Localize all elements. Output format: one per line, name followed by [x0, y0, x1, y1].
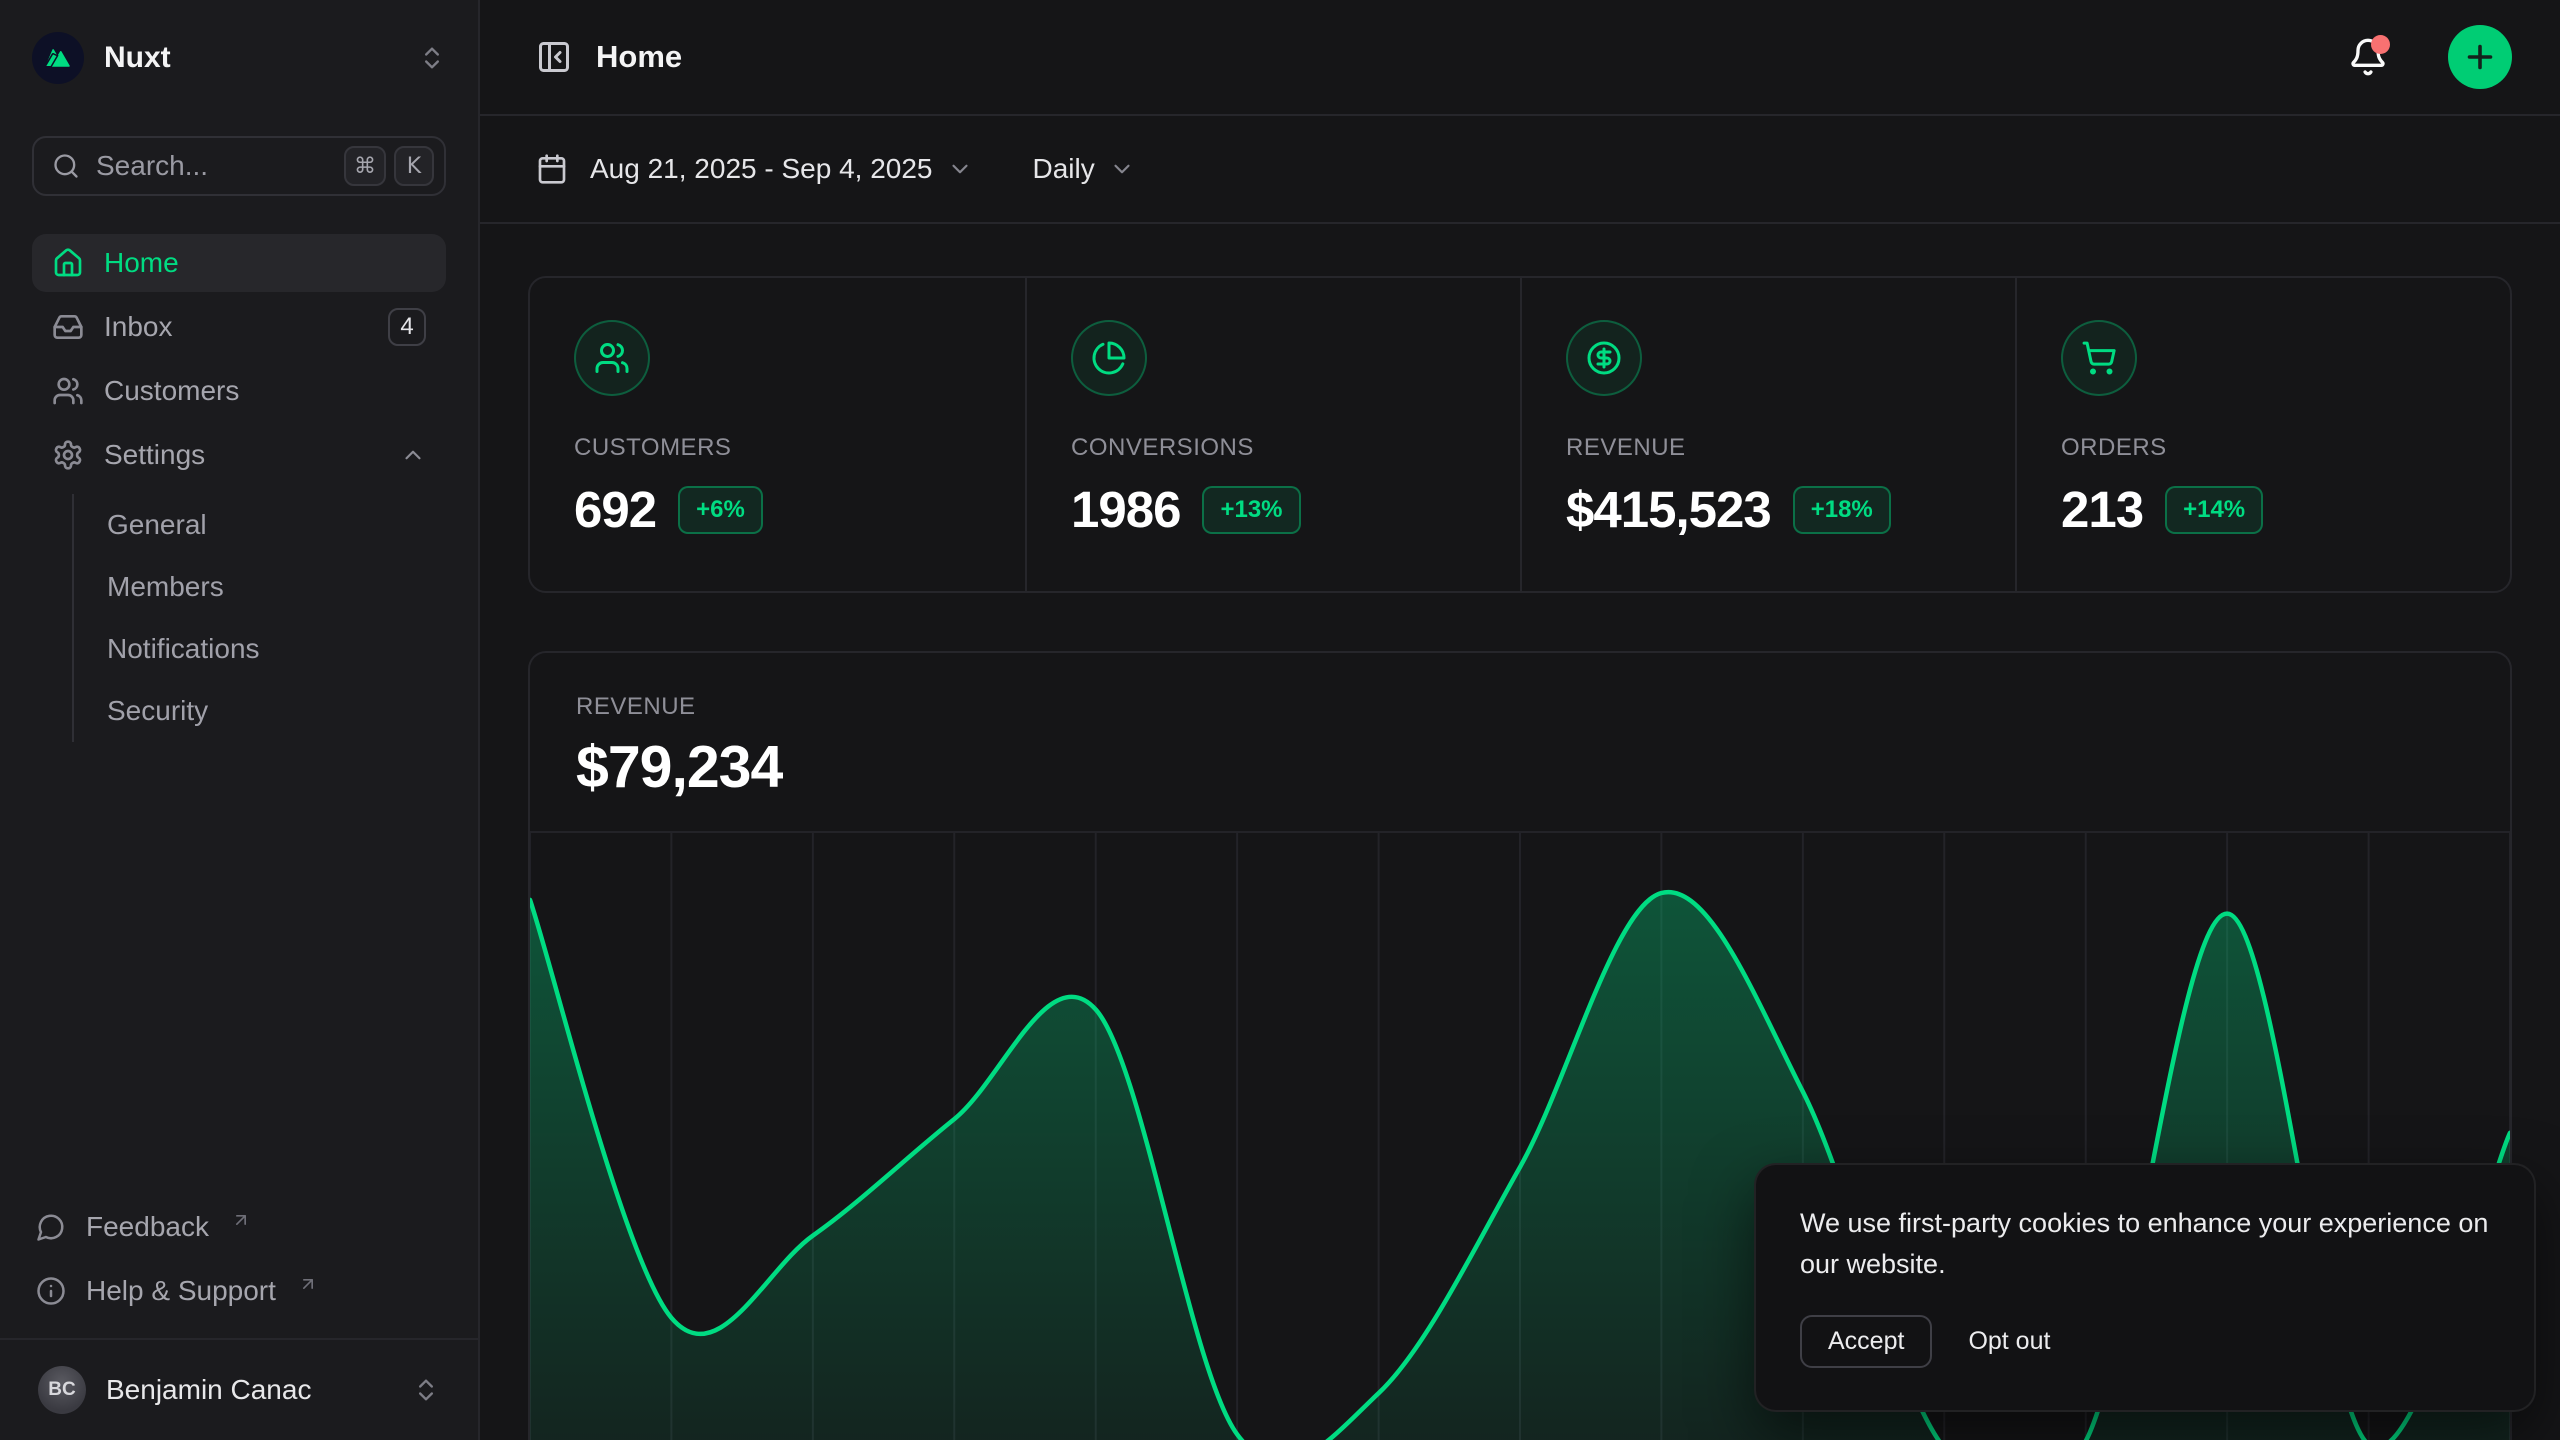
stat-label: CUSTOMERS	[574, 434, 981, 462]
team-switcher[interactable]: Nuxt	[32, 26, 446, 90]
stat-value: $415,523	[1566, 480, 1771, 539]
sidebar-item-feedback[interactable]: Feedback	[32, 1196, 446, 1258]
sidebar-item-members[interactable]: Members	[74, 556, 446, 618]
stat-delta-badge: +13%	[1202, 486, 1300, 534]
stat-card-conversions: CONVERSIONS 1986 +13%	[1025, 278, 1520, 591]
sidebar-item-home[interactable]: Home	[32, 234, 446, 292]
cookie-actions: Accept Opt out	[1800, 1315, 2490, 1368]
sidebar-item-customers[interactable]: Customers	[32, 362, 446, 420]
period-select[interactable]: Daily	[1033, 153, 1095, 185]
sidebar-item-label: Settings	[104, 439, 205, 471]
settings-gear-icon	[52, 439, 84, 471]
page-title: Home	[596, 39, 682, 75]
optout-cookies-button[interactable]: Opt out	[1968, 1327, 2050, 1356]
chevrons-up-down-icon	[418, 44, 446, 72]
sidebar-item-label: Customers	[104, 375, 239, 407]
stat-value: 692	[574, 480, 656, 539]
stat-label: CONVERSIONS	[1071, 434, 1476, 462]
team-name: Nuxt	[104, 41, 171, 75]
chevron-down-icon[interactable]	[947, 156, 973, 182]
sidebar-item-label: Home	[104, 247, 179, 279]
revenue-label: REVENUE	[576, 693, 2464, 721]
toolbar: Aug 21, 2025 - Sep 4, 2025 Daily	[480, 116, 2560, 224]
notification-dot	[2371, 35, 2390, 54]
cookie-message: We use first-party cookies to enhance yo…	[1800, 1203, 2490, 1285]
settings-sub-menu: General Members Notifications Security	[72, 494, 446, 742]
stat-delta-badge: +18%	[1793, 486, 1891, 534]
sidebar-item-inbox[interactable]: Inbox 4	[32, 298, 446, 356]
search-shortcut: ⌘ K	[344, 146, 434, 186]
accept-cookies-button[interactable]: Accept	[1800, 1315, 1932, 1368]
stat-card-customers: CUSTOMERS 692 +6%	[530, 278, 1025, 591]
add-button[interactable]	[2448, 25, 2512, 89]
stat-value: 1986	[1071, 480, 1180, 539]
sidebar-footer: Feedback Help & Support	[32, 1196, 446, 1328]
stat-label: ORDERS	[2061, 434, 2466, 462]
search-input[interactable]: Search... ⌘ K	[32, 136, 446, 196]
sidebar-item-help-support[interactable]: Help & Support	[32, 1260, 446, 1322]
chevrons-up-down-icon	[412, 1376, 440, 1404]
inbox-icon	[52, 311, 84, 343]
external-link-arrow-icon	[231, 1210, 251, 1230]
chevron-up-icon	[400, 442, 426, 468]
nuxt-logo-icon	[32, 32, 84, 84]
stat-card-revenue: REVENUE $415,523 +18%	[1520, 278, 2015, 591]
user-menu[interactable]: BC Benjamin Canac	[32, 1340, 446, 1440]
stat-delta-badge: +6%	[678, 486, 763, 534]
info-circle-icon	[36, 1276, 66, 1306]
users-icon	[52, 375, 84, 407]
sidebar-item-security[interactable]: Security	[74, 680, 446, 742]
sidebar-item-notifications[interactable]: Notifications	[74, 618, 446, 680]
cookie-banner: We use first-party cookies to enhance yo…	[1754, 1163, 2536, 1412]
sidebar-nav: Home Inbox 4 Customers Settings Ge	[32, 234, 446, 742]
external-link-arrow-icon	[298, 1274, 318, 1294]
stat-delta-badge: +14%	[2165, 486, 2263, 534]
stats-row: CUSTOMERS 692 +6% CONVERSIONS 1986 +13%	[528, 276, 2512, 593]
sidebar-item-settings[interactable]: Settings	[32, 426, 446, 484]
revenue-header: REVENUE $79,234	[530, 653, 2510, 831]
sidebar-item-label: Help & Support	[86, 1275, 276, 1307]
inbox-unread-badge: 4	[388, 308, 426, 346]
sidebar-collapse-icon[interactable]	[536, 39, 572, 75]
main-header: Home	[480, 0, 2560, 116]
revenue-total: $79,234	[576, 733, 2464, 801]
sidebar-spacer	[32, 742, 446, 1196]
sidebar: Nuxt Search... ⌘ K Home Inbox 4	[0, 0, 480, 1440]
users-icon	[574, 320, 650, 396]
kbd-cmd: ⌘	[344, 146, 386, 186]
circle-dollar-icon	[1566, 320, 1642, 396]
shopping-cart-icon	[2061, 320, 2137, 396]
sidebar-item-general[interactable]: General	[74, 494, 446, 556]
chevron-down-icon[interactable]	[1109, 156, 1135, 182]
search-placeholder: Search...	[96, 150, 208, 182]
kbd-k: K	[394, 146, 434, 186]
pie-chart-icon	[1071, 320, 1147, 396]
message-circle-icon	[36, 1212, 66, 1242]
sidebar-item-label: Inbox	[104, 311, 173, 343]
user-avatar: BC	[38, 1366, 86, 1414]
date-range-picker[interactable]: Aug 21, 2025 - Sep 4, 2025	[590, 153, 933, 185]
stat-value: 213	[2061, 480, 2143, 539]
sidebar-item-label: Feedback	[86, 1211, 209, 1243]
calendar-icon	[536, 153, 568, 185]
notifications-bell-button[interactable]	[2348, 37, 2388, 77]
stat-label: REVENUE	[1566, 434, 1971, 462]
search-icon	[52, 152, 80, 180]
user-name: Benjamin Canac	[106, 1374, 311, 1406]
home-icon	[52, 247, 84, 279]
stat-card-orders: ORDERS 213 +14%	[2015, 278, 2510, 591]
